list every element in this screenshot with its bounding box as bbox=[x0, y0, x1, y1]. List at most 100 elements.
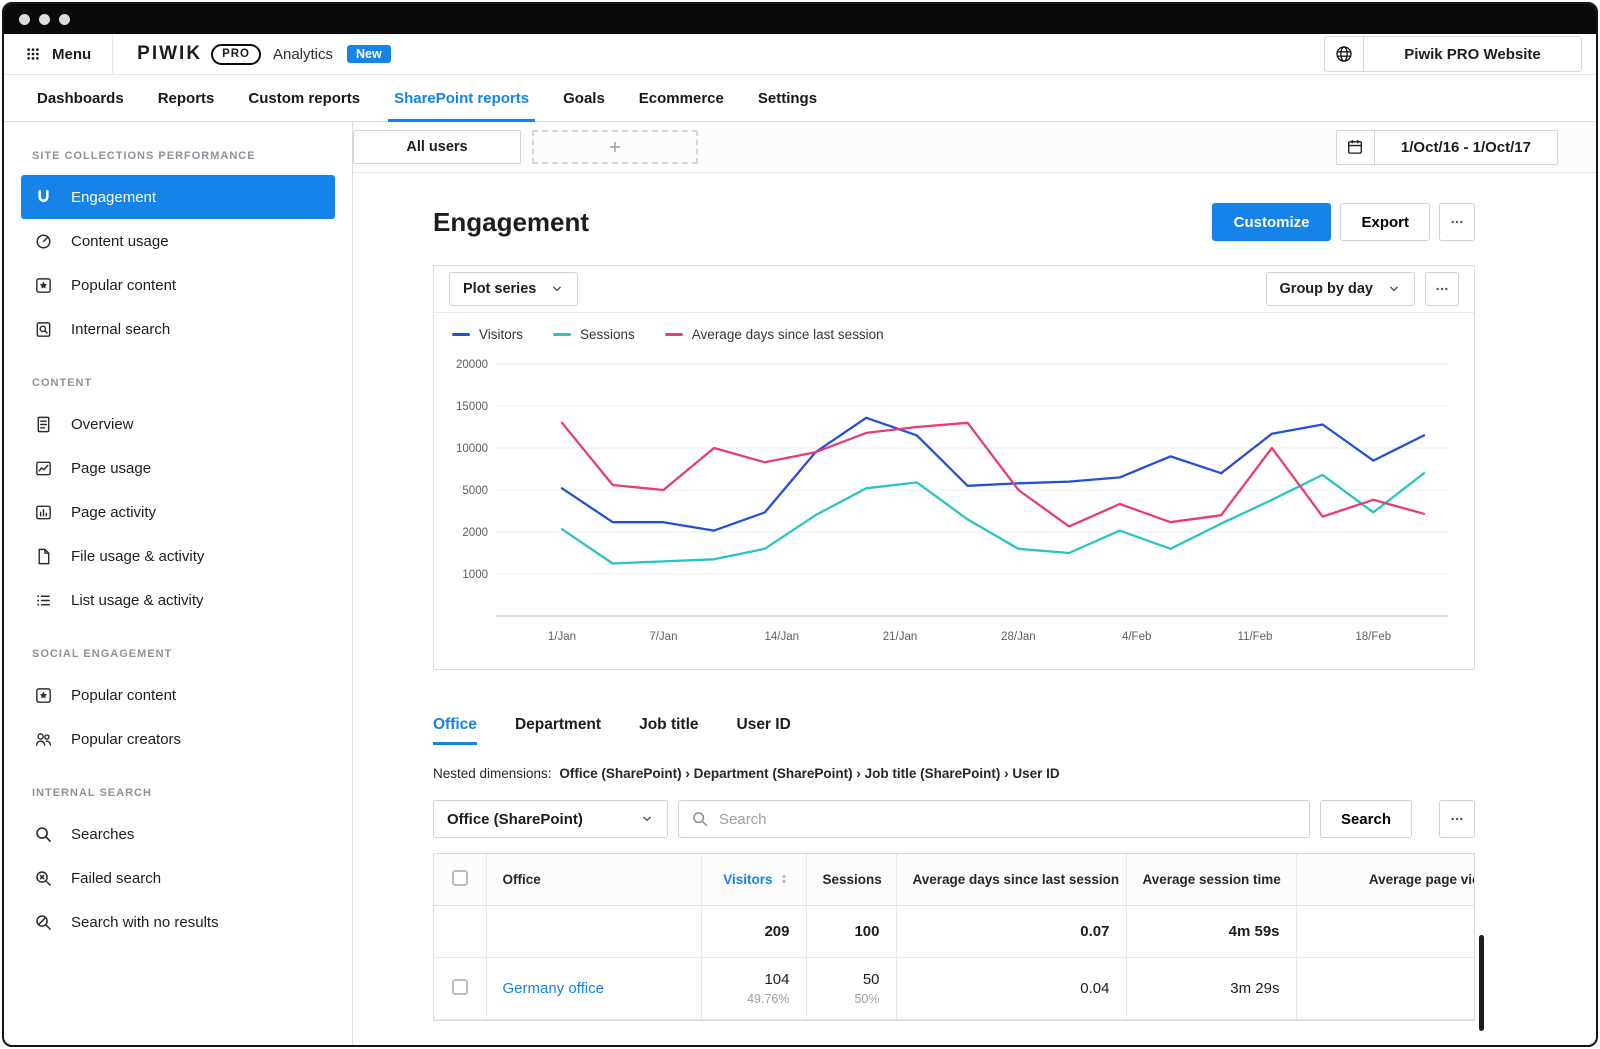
star-square-icon bbox=[34, 686, 53, 705]
sidebar-item-search-with-no-results[interactable]: Search with no results bbox=[21, 900, 335, 944]
svg-text:15000: 15000 bbox=[456, 401, 488, 413]
column-header-sessions: Sessions bbox=[806, 854, 897, 906]
add-segment-button[interactable] bbox=[532, 130, 698, 164]
chart-more-button[interactable] bbox=[1425, 272, 1459, 306]
group-by-label: Group by day bbox=[1279, 281, 1373, 297]
search-button[interactable]: Search bbox=[1319, 800, 1412, 838]
sidebar-item-label: Engagement bbox=[71, 188, 157, 206]
column-label: Average days since last session bbox=[912, 872, 1120, 887]
ellipsis-icon bbox=[1449, 214, 1465, 230]
globe-button[interactable] bbox=[1325, 37, 1364, 71]
tab-goals[interactable]: Goals bbox=[546, 75, 622, 121]
sidebar-item-label: Popular creators bbox=[71, 730, 182, 748]
doc-search-icon bbox=[34, 320, 53, 339]
tab-settings[interactable]: Settings bbox=[741, 75, 834, 121]
tab-reports[interactable]: Reports bbox=[141, 75, 232, 121]
search-input[interactable] bbox=[719, 810, 1297, 828]
sidebar-item-label: Popular content bbox=[71, 276, 177, 294]
site-selector[interactable]: Piwik PRO Website bbox=[1324, 36, 1582, 72]
site-selector-label: Piwik PRO Website bbox=[1404, 45, 1541, 63]
dimension-select[interactable]: Office (SharePoint) bbox=[433, 800, 668, 838]
sort-icon bbox=[778, 873, 790, 885]
column-header-avg_days: Average days since last session bbox=[896, 854, 1127, 906]
window-control-dot[interactable] bbox=[59, 13, 70, 25]
chart-legend: Visitors Sessions Average days since last … bbox=[434, 313, 1474, 344]
sidebar-item-overview[interactable]: Overview bbox=[21, 402, 335, 446]
customize-button[interactable]: Customize bbox=[1211, 203, 1332, 241]
sidebar-item-label: Page activity bbox=[71, 503, 157, 521]
page-chart-icon bbox=[34, 459, 53, 478]
sidebar-item-file-usage-activity[interactable]: File usage & activity bbox=[21, 534, 335, 578]
table-vertical-scrollbar[interactable] bbox=[1479, 935, 1484, 1031]
svg-text:18/Feb: 18/Feb bbox=[1355, 631, 1391, 643]
sidebar-section-title: SITE COLLECTIONS PERFORMANCE bbox=[32, 150, 256, 162]
sidebar-item-list-usage-activity[interactable]: List usage & activity bbox=[21, 578, 335, 622]
plot-series-label: Plot series bbox=[463, 281, 537, 297]
legend-swatch bbox=[452, 333, 470, 336]
calendar-button[interactable] bbox=[1335, 129, 1375, 165]
export-button[interactable]: Export bbox=[1340, 203, 1430, 241]
logo-pro-pill: PRO bbox=[211, 43, 261, 65]
date-range-picker[interactable]: 1/Oct/16 - 1/Oct/17 bbox=[1335, 129, 1558, 165]
sidebar-item-popular-content[interactable]: Popular content bbox=[21, 673, 335, 717]
cell-avg_session_time: 4m 59s bbox=[1126, 905, 1297, 958]
tab-custom-reports[interactable]: Custom reports bbox=[231, 75, 377, 121]
sidebar-item-popular-content[interactable]: Popular content bbox=[21, 263, 335, 307]
svg-text:1/Jan: 1/Jan bbox=[548, 631, 576, 643]
sidebar-item-popular-creators[interactable]: Popular creators bbox=[21, 717, 335, 761]
sidebar-item-content-usage[interactable]: Content usage bbox=[21, 219, 335, 263]
legend-item-sessions[interactable]: Sessions bbox=[553, 327, 635, 342]
menu-button[interactable]: Menu bbox=[4, 34, 114, 74]
table-more-button[interactable] bbox=[1439, 800, 1475, 838]
sidebar-item-label: Searches bbox=[71, 825, 135, 843]
legend-item-average-days-since-last-session[interactable]: Average days since last session bbox=[664, 327, 884, 342]
segment-all-users[interactable]: All users bbox=[353, 130, 521, 164]
dimension-tab-user-id[interactable]: User ID bbox=[737, 716, 791, 745]
sidebar-section-title: INTERNAL SEARCH bbox=[32, 787, 152, 799]
dimension-tab-department[interactable]: Department bbox=[515, 716, 601, 745]
primary-nav: Dashboards Reports Custom reports SharePoin… bbox=[4, 75, 1596, 122]
dimension-tab-job-title[interactable]: Job title bbox=[639, 716, 698, 745]
visitors-percent: 49.76% bbox=[747, 992, 790, 1006]
document-icon bbox=[34, 415, 53, 434]
sidebar-item-label: List usage & activity bbox=[71, 591, 204, 609]
column-label: Average page views in ses bbox=[1368, 872, 1474, 887]
cell-office bbox=[486, 905, 702, 958]
page-bars-icon bbox=[34, 503, 53, 522]
sidebar-item-label: Page usage bbox=[71, 459, 152, 477]
sidebar-item-failed-search[interactable]: Failed search bbox=[21, 856, 335, 900]
select-all-checkbox[interactable] bbox=[451, 870, 468, 886]
window-control-dot[interactable] bbox=[19, 13, 30, 25]
sidebar-item-internal-search[interactable]: Internal search bbox=[21, 307, 335, 351]
svg-text:4/Feb: 4/Feb bbox=[1122, 631, 1151, 643]
svg-text:2000: 2000 bbox=[462, 527, 488, 539]
sidebar-item-label: Failed search bbox=[71, 869, 162, 887]
column-header-visitors[interactable]: Visitors bbox=[701, 854, 807, 906]
legend-label: Sessions bbox=[580, 327, 635, 342]
sidebar-item-engagement[interactable]: Engagement bbox=[21, 175, 335, 219]
sidebar-item-label: Search with no results bbox=[71, 913, 219, 931]
dimension-tab-office[interactable]: Office bbox=[433, 716, 477, 745]
column-label: Office bbox=[502, 872, 541, 887]
legend-item-visitors[interactable]: Visitors bbox=[452, 327, 523, 342]
group-by-select[interactable]: Group by day bbox=[1265, 272, 1415, 306]
cell-visitors: 104 49.76% bbox=[701, 957, 807, 1020]
nested-dimensions-label: Nested dimensions: bbox=[433, 766, 552, 781]
tab-dashboards[interactable]: Dashboards bbox=[20, 75, 141, 121]
office-link[interactable]: Germany office bbox=[503, 980, 604, 997]
row-checkbox[interactable] bbox=[451, 978, 468, 995]
line-chart: 1000 2000 5000 10000 15000 20000 1/Jan 7/Jan 14/… bbox=[434, 344, 1474, 669]
plot-series-select[interactable]: Plot series bbox=[449, 272, 579, 306]
cell-avg_days: 0.07 bbox=[896, 905, 1127, 958]
window-control-dot[interactable] bbox=[39, 13, 50, 25]
sidebar-item-page-activity[interactable]: Page activity bbox=[21, 490, 335, 534]
report-more-button[interactable] bbox=[1439, 203, 1475, 241]
sidebar-item-label: Overview bbox=[71, 415, 134, 433]
sidebar-item-searches[interactable]: Searches bbox=[21, 812, 335, 856]
engagement-line-chart: 1000 2000 5000 10000 15000 20000 1/Jan 7/Jan 14/… bbox=[456, 359, 1448, 643]
sidebar-item-page-usage[interactable]: Page usage bbox=[21, 446, 335, 490]
segment-toolbar: All users 1/Oct/16 - 1/Oct/17 bbox=[353, 122, 1596, 173]
tab-sharepoint-reports[interactable]: SharePoint reports bbox=[377, 75, 546, 122]
column-label: Visitors bbox=[723, 872, 773, 887]
tab-ecommerce[interactable]: Ecommerce bbox=[622, 75, 741, 121]
